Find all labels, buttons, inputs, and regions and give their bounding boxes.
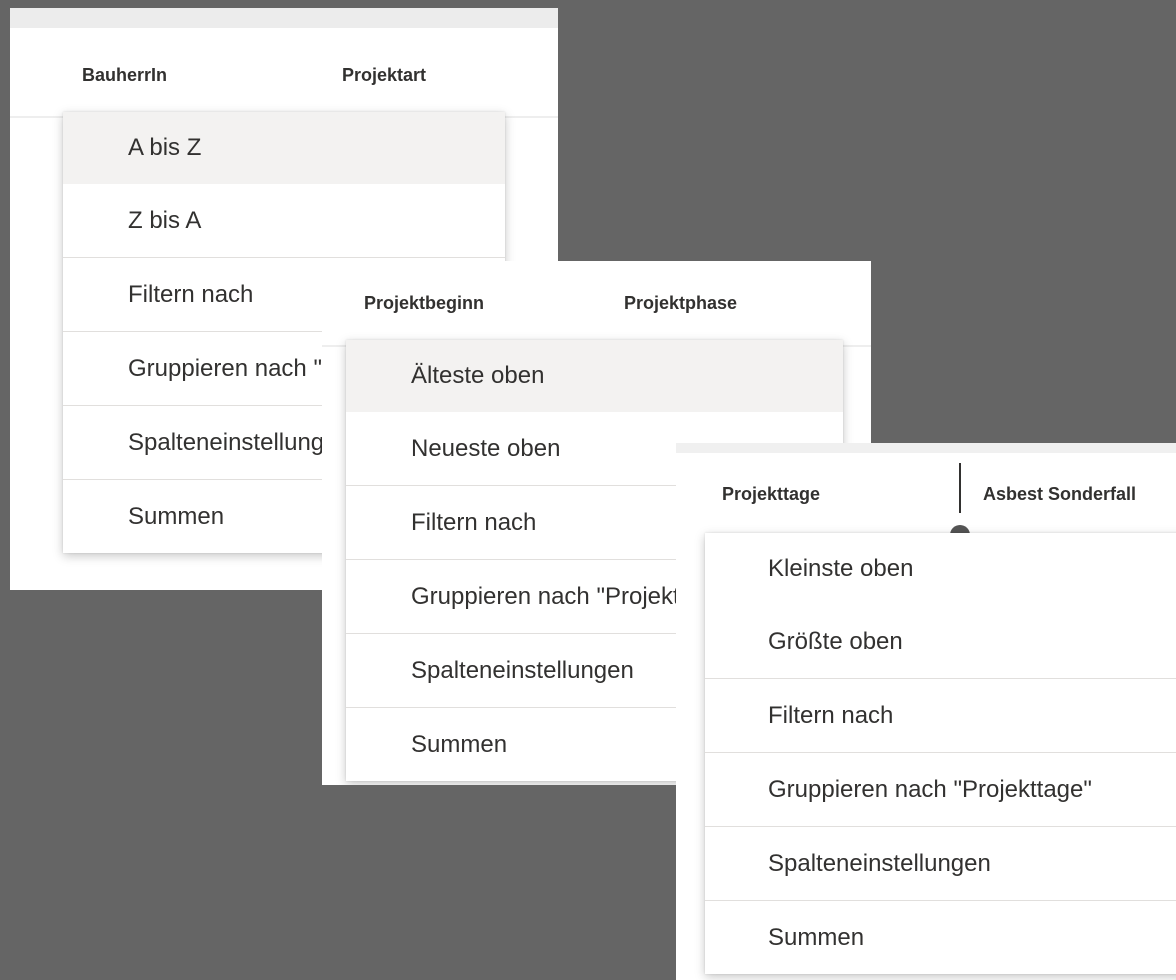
menu-item-label: Z bis A — [128, 206, 202, 234]
menu-item-label: Summen — [768, 923, 865, 951]
menu-item-label: Summen — [411, 730, 508, 758]
menu-item-größte-oben[interactable]: Größte oben — [705, 605, 1176, 678]
column-header-row: BauherrIn Projektart — [10, 28, 558, 118]
menu-item-label: Gruppieren nach "Projekttage" — [768, 775, 1092, 803]
column-header-row: Projekttage Asbest Sonderfall — [676, 453, 1176, 545]
column-header-projektart[interactable]: Projektart — [342, 65, 426, 86]
menu-item-filtern-nach[interactable]: Filtern nach — [705, 679, 1176, 752]
menu-item-z-bis-a[interactable]: Z bis A — [63, 184, 505, 257]
column-menu-panel-projekttage: Projekttage Asbest Sonderfall Kleinste o… — [676, 443, 1176, 980]
column-context-menu: Kleinste oben Größte oben Filtern nach Grup… — [705, 533, 1176, 974]
column-header-projektbeginn[interactable]: Projektbeginn — [364, 293, 484, 314]
column-header-projektphase[interactable]: Projektphase — [624, 293, 737, 314]
menu-item-label: Summen — [128, 502, 225, 530]
menu-item-label: Spalteneinstellungen — [411, 656, 634, 684]
menu-item-label: Größte oben — [768, 627, 903, 655]
menu-item-label: Filtern nach — [768, 701, 894, 729]
menu-item-label: A bis Z — [128, 134, 202, 161]
column-resize-handle[interactable] — [959, 463, 961, 513]
menu-item-label: Filtern nach — [411, 508, 537, 536]
column-header-projekttage[interactable]: Projekttage — [722, 484, 820, 505]
menu-item-label: Spalteneinstellungen — [128, 428, 351, 456]
menu-item-label: Filtern nach — [128, 280, 254, 308]
menu-item-summen[interactable]: Summen› — [705, 901, 1176, 974]
menu-item-label: Spalteneinstellungen — [768, 849, 991, 877]
panel-top-strip — [676, 443, 1176, 453]
menu-item-gruppieren-nach[interactable]: Gruppieren nach "Projekttage" — [705, 753, 1176, 826]
menu-item-label: Kleinste oben — [768, 555, 914, 582]
menu-item-älteste-oben[interactable]: Älteste oben — [346, 340, 843, 412]
panel-top-strip — [10, 8, 558, 28]
menu-item-spalteneinstellungen[interactable]: Spalteneinstellungen› — [705, 827, 1176, 900]
menu-item-label: Neueste oben — [411, 434, 561, 462]
menu-item-label: Älteste oben — [411, 362, 545, 389]
menu-item-kleinste-oben[interactable]: Kleinste oben — [705, 533, 1176, 605]
menu-item-a-bis-z[interactable]: A bis Z — [63, 112, 505, 184]
column-header-row: Projektbeginn Projektphase — [322, 261, 871, 347]
column-header-bauherrin[interactable]: BauherrIn — [82, 65, 167, 86]
column-header-asbest-sonderfall[interactable]: Asbest Sonderfall — [983, 484, 1136, 505]
